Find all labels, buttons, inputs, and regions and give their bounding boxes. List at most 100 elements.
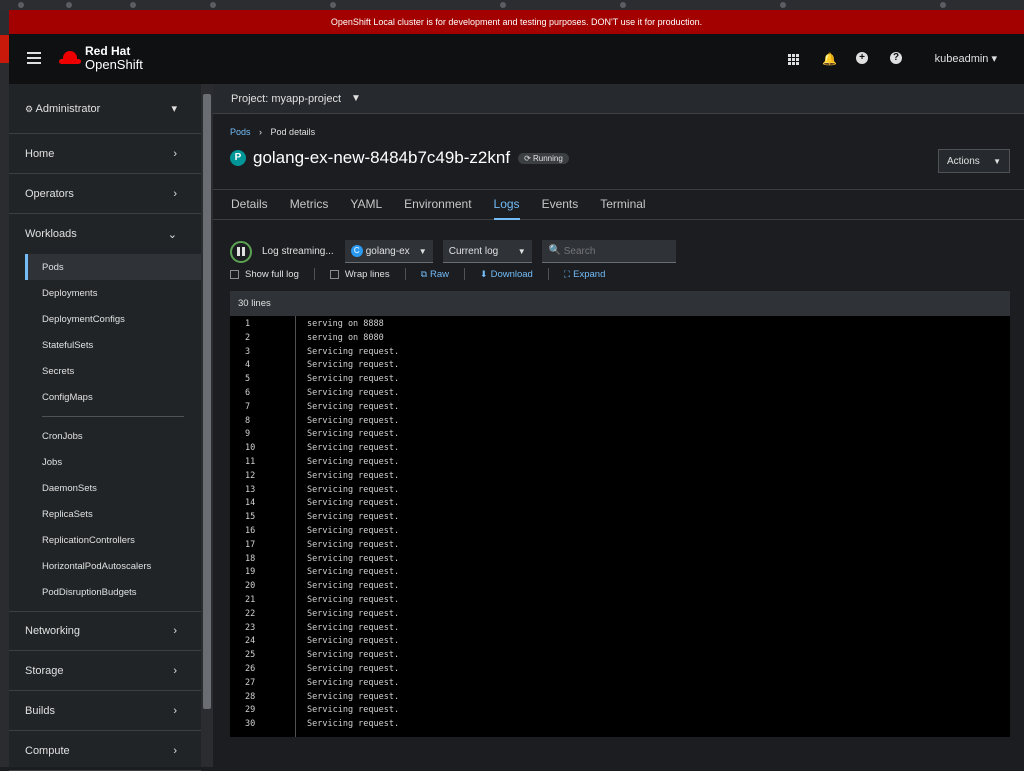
sidebar-item-statefulsets[interactable]: StatefulSets [9,332,201,358]
log-line-text: Servicing request. [307,567,400,578]
tab-metrics[interactable]: Metrics [290,190,329,220]
log-options: Show full log Wrap lines ⧉ Raw ⬇ Download … [230,268,620,280]
search-input[interactable] [541,240,676,263]
log-line-text: Servicing request. [307,608,400,619]
apps-grid-icon[interactable] [788,52,802,66]
breadcrumb-pods-link[interactable]: Pods [230,127,251,137]
sidebar-item-deployments[interactable]: Deployments [9,280,201,306]
sync-icon: ⟳ [524,153,531,163]
nav-section-storage[interactable]: Storage › [9,651,201,691]
help-icon[interactable]: ? [890,52,904,66]
sidebar-item-daemonsets[interactable]: DaemonSets [9,475,201,501]
caret-down-icon: ▼ [351,93,361,104]
log-line-text: Servicing request. [307,415,400,426]
sidebar-item-deploymentconfigs[interactable]: DeploymentConfigs [9,306,201,332]
sidebar-item-configmaps[interactable]: ConfigMaps [9,384,201,410]
user-menu[interactable]: kubeadmin ▾ [935,52,997,65]
log-line-text: Servicing request. [307,429,400,440]
brand-line-2: OpenShift [85,57,143,72]
chevron-right-icon: › [173,704,177,717]
log-line-text: Servicing request. [307,677,400,688]
window-edge [0,10,9,767]
log-line: 2 serving on 8080 [230,332,1010,346]
tab-yaml[interactable]: YAML [350,190,382,220]
log-line: 22 Servicing request. [230,608,1010,622]
wrap-lines-checkbox[interactable] [329,269,339,279]
log-line: 27 Servicing request. [230,677,1010,691]
sidebar-item-pods[interactable]: Pods [25,254,201,280]
show-full-log-checkbox[interactable] [230,269,239,279]
log-gutter [230,316,296,737]
log-line: 8 Servicing request. [230,415,1010,429]
log-line: 1 serving on 8888 [230,318,1010,332]
tab-events[interactable]: Events [542,190,579,220]
log-line-count: 30 lines [230,291,1010,316]
log-line: 23 Servicing request. [230,622,1010,636]
sidebar-item-jobs[interactable]: Jobs [9,449,201,475]
nav-section-networking[interactable]: Networking › [9,611,201,651]
tab-terminal[interactable]: Terminal [600,190,645,220]
log-line-text: Servicing request. [307,691,400,702]
log-type-select[interactable]: Current log ▼ [442,240,532,263]
perspective-label: Administrator [35,102,101,115]
chevron-right-icon: › [173,664,177,677]
search-box: 🔍 [541,240,676,263]
container-select[interactable]: C golang-ex ▼ [344,240,433,263]
log-line: 29 Servicing request. [230,704,1010,718]
nav-section-operators[interactable]: Operators › [9,174,201,214]
sidebar-item-hpa[interactable]: HorizontalPodAutoscalers [9,553,201,579]
log-line: 7 Servicing request. [230,401,1010,415]
log-line-text: Servicing request. [307,387,400,398]
plus-circle-icon[interactable]: + [856,52,870,66]
project-selector[interactable]: Project: myapp-project ▼ [213,84,1024,114]
actions-dropdown[interactable]: Actions ▼ [938,149,1010,173]
tab-logs[interactable]: Logs [493,190,520,220]
openshift-logo[interactable]: Red Hat OpenShift [59,45,143,71]
masthead: Red Hat OpenShift 🔔 + ? kubeadmin ▾ [9,34,1024,84]
sidebar-scrollbar[interactable] [201,84,213,767]
log-line: 14 Servicing request. [230,497,1010,511]
log-line: 15 Servicing request. [230,511,1010,525]
log-line-text: Servicing request. [307,581,400,592]
log-line-text: Servicing request. [307,443,400,454]
log-line-text: Servicing request. [307,484,400,495]
external-link-icon: ⧉ [420,268,428,279]
log-line: 28 Servicing request. [230,691,1010,705]
log-line: 21 Servicing request. [230,594,1010,608]
log-line-text: Servicing request. [307,512,400,523]
nav-section-home[interactable]: Home › [9,134,201,174]
log-line-text: Servicing request. [307,622,400,633]
breadcrumb-current: Pod details [270,127,316,137]
chevron-right-icon: › [173,147,177,160]
sidebar-item-pdb[interactable]: PodDisruptionBudgets [9,579,201,605]
sidebar-item-replicationcontrollers[interactable]: ReplicationControllers [9,527,201,553]
sidebar-item-cronjobs[interactable]: CronJobs [9,423,201,449]
pod-name: golang-ex-new-8484b7c49b-z2knf [253,148,511,167]
tab-details[interactable]: Details [231,190,268,220]
log-line-text: Servicing request. [307,525,400,536]
log-line: 12 Servicing request. [230,470,1010,484]
tab-environment[interactable]: Environment [404,190,471,220]
perspective-switcher[interactable]: ⚙ Administrator ▾ [9,84,201,134]
log-line-text: Servicing request. [307,498,400,509]
raw-link[interactable]: ⧉ Raw [421,269,449,280]
pause-streaming-button[interactable] [230,240,252,263]
download-link[interactable]: ⬇ Download [480,269,533,280]
log-line: 16 Servicing request. [230,525,1010,539]
sidebar-divider [42,416,184,417]
log-line: 19 Servicing request. [230,566,1010,580]
chevron-right-icon: › [173,625,177,637]
nav-section-workloads[interactable]: Workloads ⌄ [9,214,201,254]
bell-icon[interactable]: 🔔 [822,52,837,66]
sidebar-item-replicasets[interactable]: ReplicaSets [9,501,201,527]
nav-section-compute[interactable]: Compute › [9,731,201,771]
browser-tab-strip [0,0,1024,10]
hamburger-menu-icon[interactable] [27,52,41,64]
log-line: 6 Servicing request. [230,387,1010,401]
show-full-log-label: Show full log [245,268,299,280]
sidebar-item-secrets[interactable]: Secrets [9,358,201,384]
log-line-text: Servicing request. [307,719,400,730]
expand-link[interactable]: ⛶ Expand [564,269,606,280]
nav-section-builds[interactable]: Builds › [9,691,201,731]
log-line-text: Servicing request. [307,663,400,674]
